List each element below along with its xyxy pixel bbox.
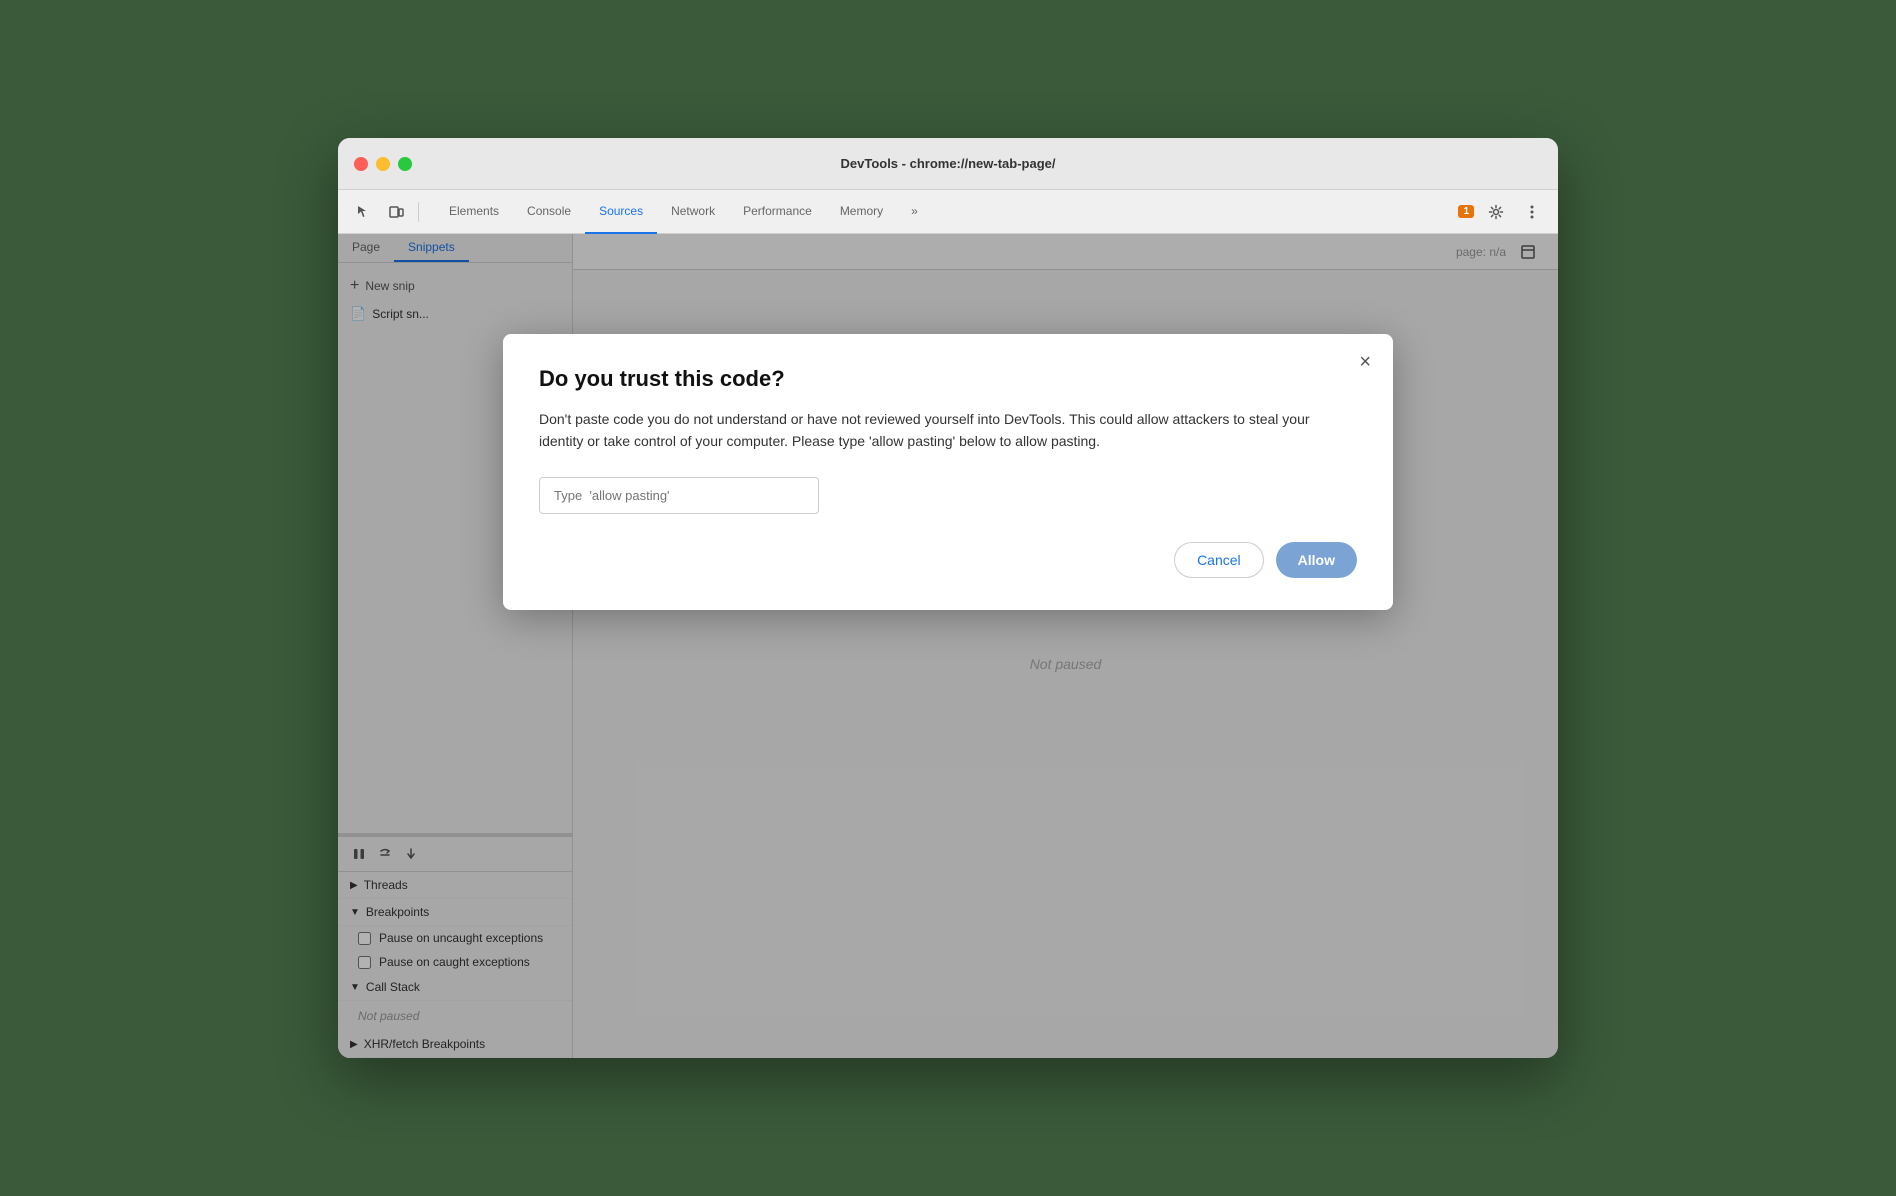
modal-title: Do you trust this code? xyxy=(539,366,1357,392)
devtools-toolbar: Elements Console Sources Network Perform… xyxy=(338,190,1558,234)
notification-badge: 1 xyxy=(1458,205,1474,218)
tab-sources[interactable]: Sources xyxy=(585,190,657,234)
tab-memory[interactable]: Memory xyxy=(826,190,897,234)
cancel-button[interactable]: Cancel xyxy=(1174,542,1264,578)
devtools-tabs: Elements Console Sources Network Perform… xyxy=(435,190,932,234)
more-icon[interactable] xyxy=(1518,198,1546,226)
maximize-button[interactable] xyxy=(398,157,412,171)
modal-actions: Cancel Allow xyxy=(539,542,1357,578)
modal-body: Don't paste code you do not understand o… xyxy=(539,408,1357,453)
toolbar-right: 1 xyxy=(1458,198,1546,226)
window-title: DevTools - chrome://new-tab-page/ xyxy=(840,156,1055,171)
toolbar-separator xyxy=(418,202,419,222)
tab-console[interactable]: Console xyxy=(513,190,585,234)
tab-elements[interactable]: Elements xyxy=(435,190,513,234)
allow-button[interactable]: Allow xyxy=(1276,542,1357,578)
close-button[interactable] xyxy=(354,157,368,171)
tab-network[interactable]: Network xyxy=(657,190,729,234)
device-toggle-icon[interactable] xyxy=(382,198,410,226)
devtools-body: Page Snippets + New snip 📄 Script sn... xyxy=(338,234,1558,1058)
modal-close-button[interactable]: × xyxy=(1353,348,1377,376)
window-controls xyxy=(354,157,412,171)
trust-dialog: × Do you trust this code? Don't paste co… xyxy=(503,334,1393,610)
settings-icon[interactable] xyxy=(1482,198,1510,226)
tab-performance[interactable]: Performance xyxy=(729,190,826,234)
minimize-button[interactable] xyxy=(376,157,390,171)
tab-more[interactable]: » xyxy=(897,190,932,234)
select-element-icon[interactable] xyxy=(350,198,378,226)
modal-overlay: × Do you trust this code? Don't paste co… xyxy=(338,234,1558,1058)
titlebar: DevTools - chrome://new-tab-page/ xyxy=(338,138,1558,190)
devtools-window: DevTools - chrome://new-tab-page/ Elemen… xyxy=(338,138,1558,1058)
allow-pasting-input[interactable] xyxy=(539,477,819,514)
